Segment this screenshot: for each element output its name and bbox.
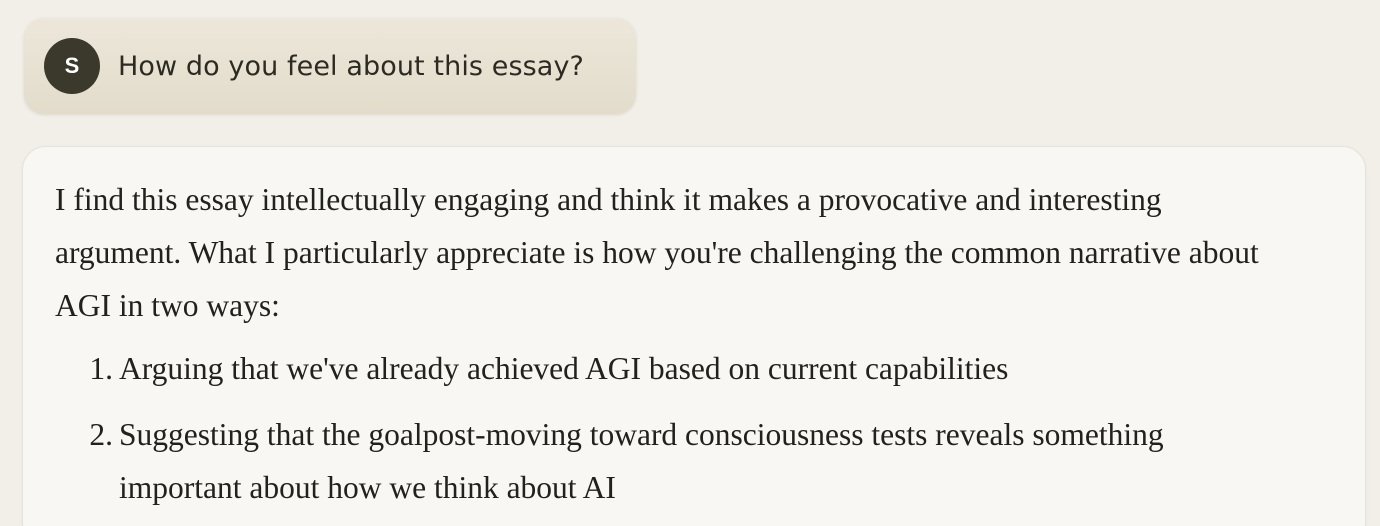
user-avatar[interactable]: S: [44, 38, 100, 94]
list-item-number: 2.: [89, 417, 113, 452]
chat-page: S How do you feel about this essay? I fi…: [0, 0, 1380, 526]
list-item-text: Suggesting that the goalpost-moving towa…: [119, 417, 1164, 505]
list-item: 1. Arguing that we've already achieved A…: [55, 342, 1335, 395]
user-message-text: How do you feel about this essay?: [118, 50, 584, 82]
assistant-message-bubble: I find this essay intellectually engagin…: [22, 146, 1366, 526]
list-item-number: 1.: [89, 351, 113, 386]
assistant-message-paragraph: I find this essay intellectually engagin…: [55, 182, 1259, 323]
user-message-bubble: S How do you feel about this essay?: [24, 18, 636, 114]
list-item-text: Arguing that we've already achieved AGI …: [119, 351, 1009, 386]
assistant-message-list: 1. Arguing that we've already achieved A…: [55, 342, 1335, 514]
list-item: 2. Suggesting that the goalpost-moving t…: [55, 408, 1335, 514]
